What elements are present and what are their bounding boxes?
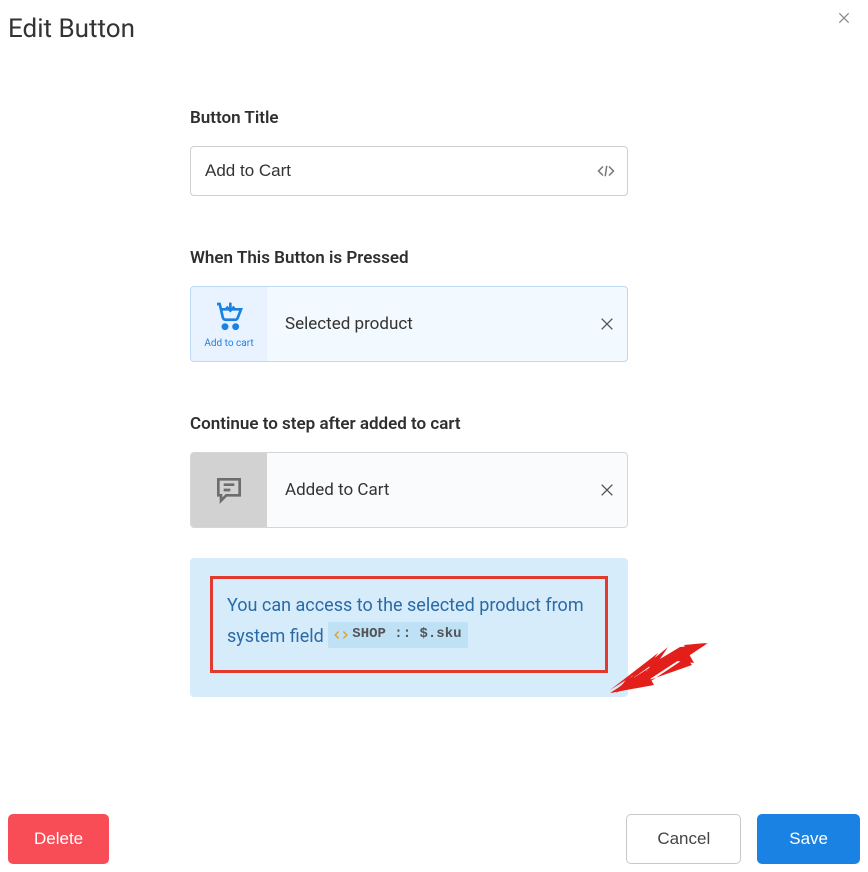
continue-step-row[interactable]: Added to Cart [190, 452, 628, 528]
info-text: You can access to the selected product f… [227, 595, 584, 647]
when-pressed-section: When This Button is Pressed Add to cart … [190, 248, 628, 362]
close-icon[interactable] [832, 6, 856, 30]
info-callout: You can access to the selected product f… [190, 558, 628, 697]
modal-footer: Delete Cancel Save [0, 814, 868, 864]
form-column: Button Title When This Button is Pressed [190, 108, 628, 697]
info-callout-highlight: You can access to the selected product f… [210, 576, 608, 673]
message-icon [213, 474, 245, 506]
save-button[interactable]: Save [757, 814, 860, 864]
code-bracket-icon [334, 628, 348, 642]
remove-step-icon[interactable] [587, 453, 627, 527]
action-text: Selected product [267, 287, 587, 361]
system-field-token: SHOP :: $.sku [328, 622, 467, 648]
delete-button[interactable]: Delete [8, 814, 109, 864]
button-title-label: Button Title [190, 108, 628, 128]
continue-step-text: Added to Cart [267, 453, 587, 527]
edit-button-modal: Edit Button Button Title When This Butto… [0, 0, 868, 872]
continue-step-section: Continue to step after added to cart Add… [190, 414, 628, 697]
cart-download-icon [213, 300, 245, 332]
action-row[interactable]: Add to cart Selected product [190, 286, 628, 362]
remove-action-icon[interactable] [587, 287, 627, 361]
button-title-field: Button Title [190, 108, 628, 196]
add-to-cart-action-icon-cell: Add to cart [191, 287, 267, 361]
system-field-token-text: SHOP :: $.sku [352, 623, 461, 647]
action-icon-caption: Add to cart [204, 338, 253, 349]
cancel-button[interactable]: Cancel [626, 814, 741, 864]
button-title-input[interactable] [191, 147, 627, 195]
code-toggle-icon[interactable] [595, 160, 617, 182]
button-title-input-shell [190, 146, 628, 196]
continue-step-label: Continue to step after added to cart [190, 414, 628, 434]
when-pressed-label: When This Button is Pressed [190, 248, 628, 268]
continue-step-icon-cell [191, 453, 267, 527]
modal-title: Edit Button [8, 14, 135, 44]
